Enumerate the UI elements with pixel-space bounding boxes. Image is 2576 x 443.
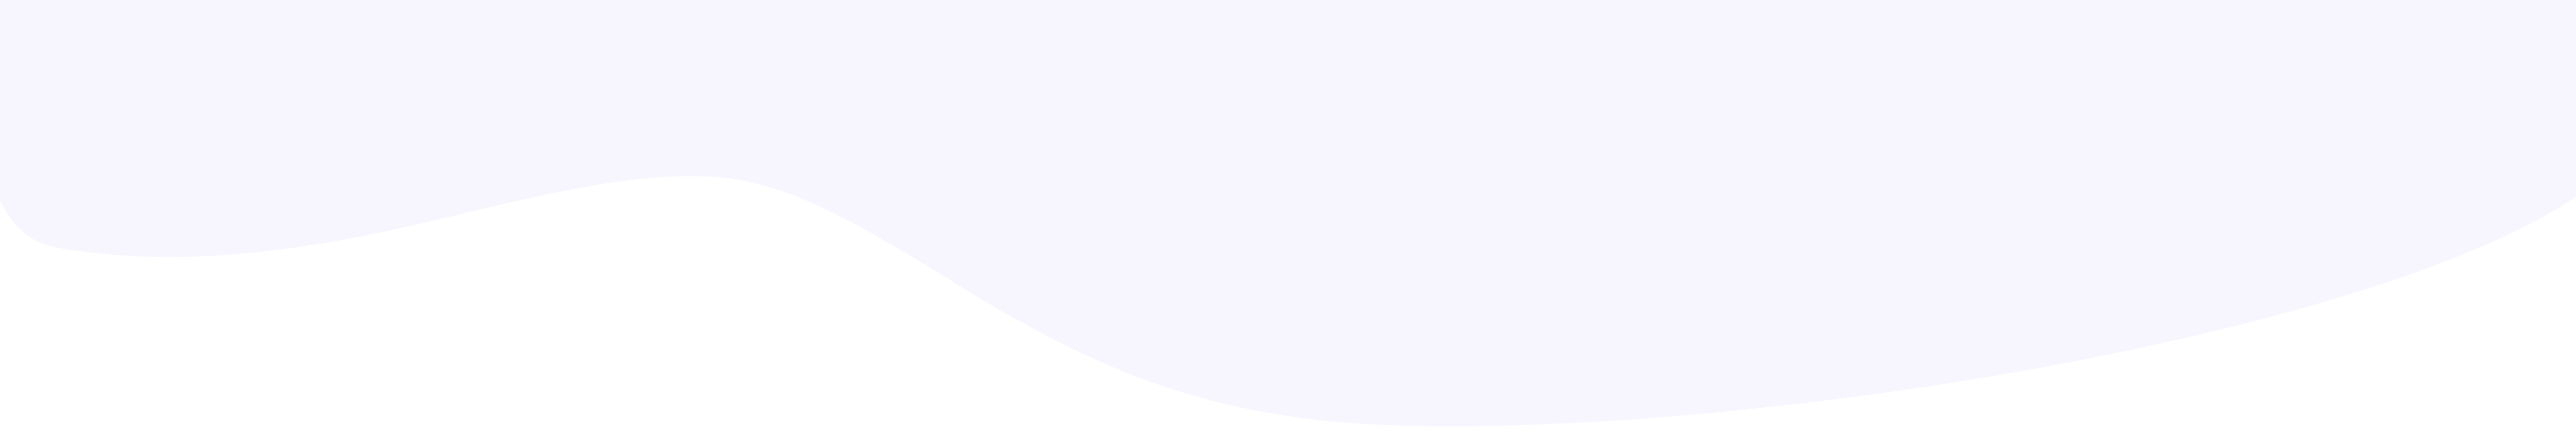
wave-shape (0, 0, 2576, 443)
decorative-background (0, 0, 2576, 443)
